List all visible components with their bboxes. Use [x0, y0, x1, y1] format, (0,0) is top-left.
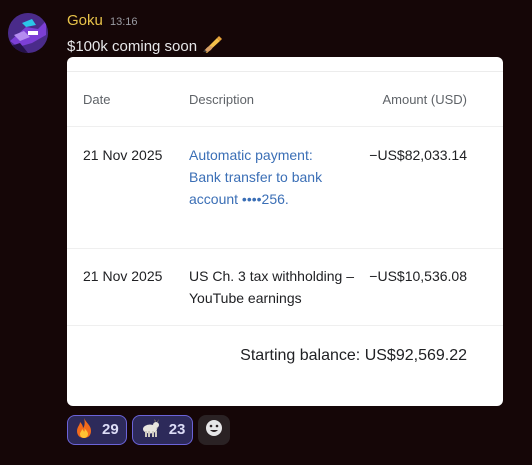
- row-description-link[interactable]: Automatic payment: Bank transfer to bank…: [189, 144, 339, 210]
- avatar[interactable]: [8, 13, 48, 53]
- add-reaction-button[interactable]: [198, 415, 231, 445]
- column-header-amount: Amount (USD): [382, 92, 467, 107]
- fire-icon: [74, 417, 94, 444]
- column-header-date: Date: [83, 92, 111, 107]
- timestamp: 13:16: [110, 16, 138, 28]
- reaction-goat[interactable]: 23: [131, 415, 194, 445]
- goat-icon: [139, 417, 161, 444]
- row-date: 21 Nov 2025: [83, 147, 163, 163]
- username[interactable]: Goku: [67, 12, 103, 30]
- reaction-fire[interactable]: 29: [67, 415, 127, 445]
- starting-balance: Starting balance: US$92,569.22: [240, 347, 467, 364]
- divider: [67, 71, 503, 72]
- row-amount: −US$82,033.14: [369, 147, 467, 163]
- chat-message: Goku 13:16 $100k coming soon Date Descri…: [0, 0, 532, 465]
- row-date: 21 Nov 2025: [83, 268, 163, 284]
- reaction-count: 29: [102, 421, 119, 438]
- divider: [67, 248, 503, 249]
- row-amount: −US$10,536.08: [369, 268, 467, 284]
- row-description: US Ch. 3 tax withholding – YouTube earni…: [189, 268, 354, 306]
- add-reaction-smiley-icon: [204, 418, 224, 443]
- avatar-image: [8, 13, 48, 53]
- reactions-bar: 29 23: [67, 415, 231, 445]
- divider: [67, 325, 503, 326]
- column-header-description: Description: [189, 92, 255, 107]
- message-text-content: $100k coming soon: [67, 38, 198, 55]
- reaction-count: 23: [168, 421, 186, 438]
- divider: [67, 126, 503, 127]
- statement-screenshot[interactable]: Date Description Amount (USD) 21 Nov 202…: [67, 57, 503, 406]
